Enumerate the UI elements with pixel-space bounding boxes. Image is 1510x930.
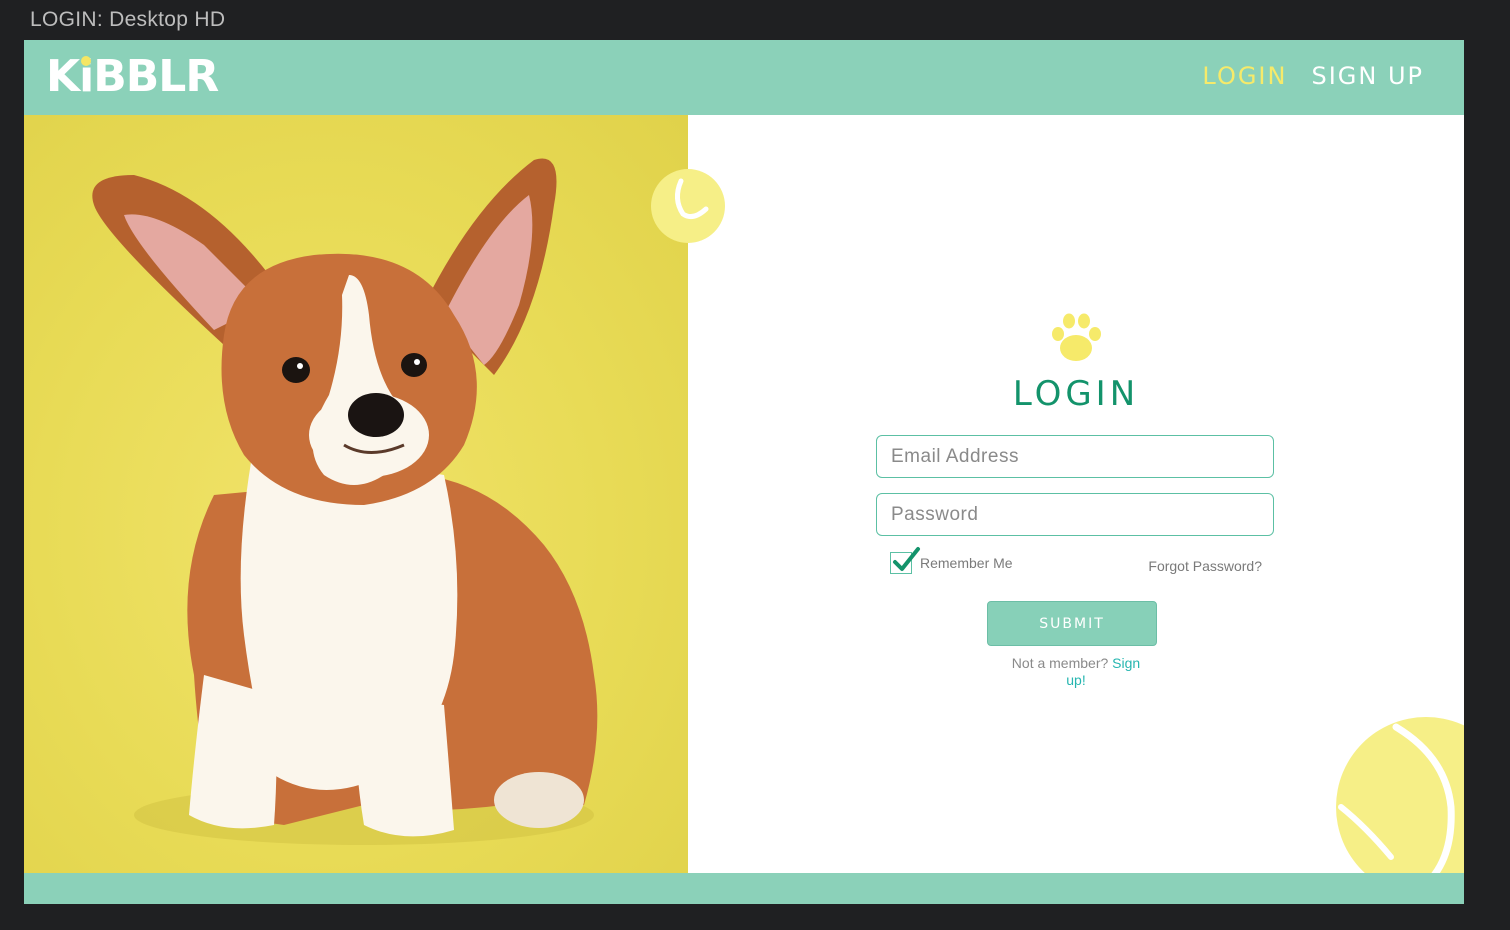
check-icon [893, 547, 920, 571]
footer-bar [24, 873, 1464, 904]
corgi-puppy-illustration [92, 158, 598, 845]
nav-login-link[interactable]: LOGIN [1202, 62, 1287, 90]
frame-title: LOGIN: Desktop HD [30, 8, 226, 31]
top-navigation-bar: KiBBLR LOGIN SIGN UP [24, 40, 1464, 115]
hero-puppy-image [24, 115, 688, 873]
remember-me-label: Remember Me [920, 555, 1013, 571]
tennis-ball-icon [1336, 717, 1464, 897]
email-field[interactable] [876, 435, 1274, 478]
forgot-password-link[interactable]: Forgot Password? [1148, 558, 1262, 574]
nav-signup-link[interactable]: SIGN UP [1311, 62, 1424, 90]
submit-button[interactable]: SUBMIT [987, 601, 1157, 646]
header-nav: LOGIN SIGN UP [1202, 62, 1424, 90]
not-member-text: Not a member? [1011, 655, 1109, 671]
password-field[interactable] [876, 493, 1274, 536]
artboard: KiBBLR LOGIN SIGN UP LOGIN Email Address… [24, 40, 1464, 904]
tennis-ball-icon [651, 169, 725, 243]
remember-me-toggle[interactable]: Remember Me [890, 547, 1013, 574]
paw-icon [1052, 313, 1101, 361]
remember-me-checkbox[interactable] [890, 547, 920, 574]
kibblr-logo[interactable]: KiBBLR [46, 50, 219, 104]
signup-prompt: Not a member? Sign up! [1006, 655, 1146, 689]
login-heading: LOGIN [1012, 374, 1140, 414]
